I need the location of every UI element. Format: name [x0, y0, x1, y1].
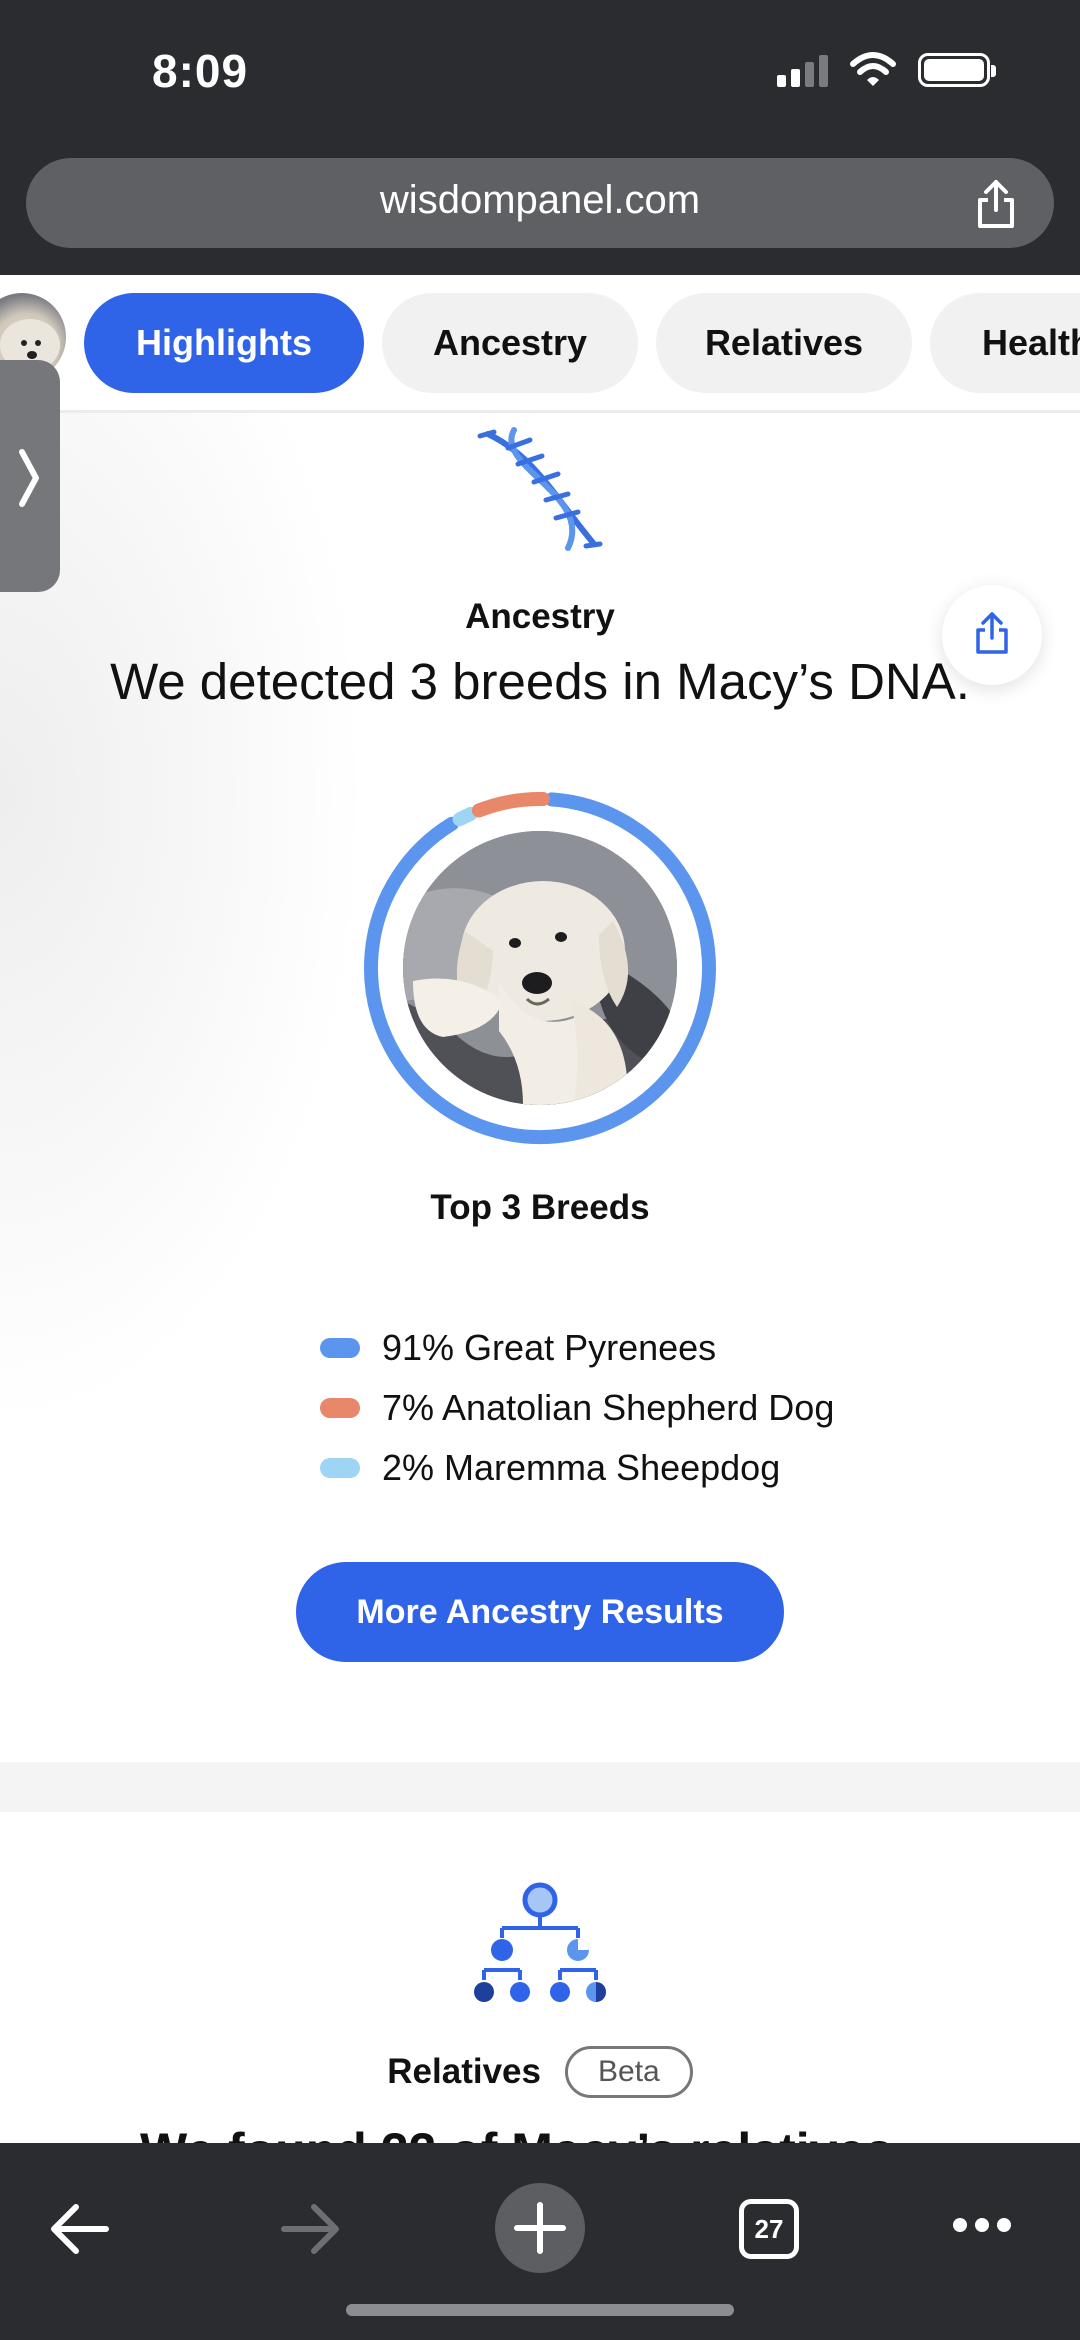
plus-icon — [514, 2202, 566, 2254]
legend-swatch — [320, 1338, 360, 1358]
legend-swatch — [320, 1398, 360, 1418]
breed-ring-segment — [452, 806, 478, 827]
relatives-section-label: Relatives — [387, 2052, 541, 2091]
top-breeds-label: Top 3 Breeds — [430, 1188, 650, 1227]
family-tree-icon — [474, 1882, 606, 2002]
beta-badge: Beta — [565, 2046, 693, 2098]
home-indicator — [346, 2304, 734, 2316]
side-panel-handle[interactable] — [0, 360, 60, 592]
back-arrow-icon[interactable] — [48, 2199, 112, 2259]
status-icons — [777, 52, 996, 88]
wifi-icon — [850, 52, 896, 86]
forward-arrow-icon[interactable] — [278, 2199, 342, 2259]
share-icon[interactable] — [972, 178, 1020, 230]
share-icon — [976, 612, 1008, 654]
tab-count-button[interactable]: 27 — [739, 2199, 799, 2259]
tab-highlights[interactable]: Highlights — [84, 293, 364, 393]
ancestry-section-label: Ancestry — [465, 597, 615, 636]
share-results-button[interactable] — [942, 585, 1042, 685]
breed-legend: 91% Great Pyrenees 7% Anatolian Shepherd… — [320, 1318, 834, 1498]
more-ancestry-results-button[interactable]: More Ancestry Results — [296, 1562, 784, 1662]
dog-photo — [403, 831, 677, 1105]
tab-relatives[interactable]: Relatives — [656, 293, 912, 393]
legend-label: 2% Maremma Sheepdog — [382, 1447, 781, 1488]
tab-ancestry[interactable]: Ancestry — [382, 293, 638, 393]
more-dots-icon[interactable] — [950, 2213, 1014, 2237]
chevron-right-icon — [19, 449, 39, 507]
status-time: 8:09 — [152, 45, 249, 97]
browser-top-bar: 8:09 wisdompanel.com — [0, 0, 1080, 275]
url-text: wisdompanel.com — [379, 178, 701, 222]
new-tab-button[interactable] — [495, 2183, 585, 2273]
tab-health[interactable]: Health — [930, 293, 1080, 393]
battery-icon — [918, 53, 996, 87]
legend-swatch — [320, 1458, 360, 1478]
section-divider — [0, 1762, 1080, 1812]
relatives-heading: Relatives Beta — [0, 2046, 1080, 2098]
url-bar[interactable]: wisdompanel.com — [26, 158, 1054, 248]
section-tabs: Highlights Ancestry Relatives Health — [0, 275, 1080, 413]
breed-ring-segment — [471, 792, 550, 818]
ancestry-headline: We detected 3 breeds in Macy’s DNA. — [110, 653, 970, 710]
legend-label: 7% Anatolian Shepherd Dog — [382, 1387, 835, 1428]
legend-item: 7% Anatolian Shepherd Dog — [320, 1378, 834, 1438]
legend-item: 91% Great Pyrenees — [320, 1318, 834, 1378]
cellular-signal-icon — [777, 53, 828, 87]
legend-item: 2% Maremma Sheepdog — [320, 1438, 834, 1498]
dna-icon — [477, 427, 603, 551]
legend-label: 91% Great Pyrenees — [382, 1327, 717, 1368]
